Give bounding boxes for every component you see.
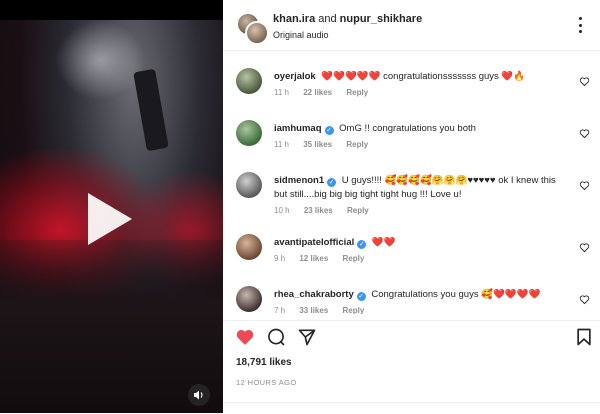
reply-button[interactable]: Reply <box>343 254 365 263</box>
comment-time: 7 h <box>274 306 286 314</box>
more-icon[interactable] <box>573 17 587 33</box>
video-top-bar <box>0 0 223 20</box>
audio-label[interactable]: Original audio <box>273 30 329 40</box>
comment-text: ❤️❤️❤️❤️❤️ congratulationsssssss guys ❤️… <box>321 71 526 82</box>
heart-outline-icon[interactable] <box>579 180 590 191</box>
comment-icon[interactable] <box>266 327 286 347</box>
comment-username[interactable]: rhea_chakraborty <box>274 289 354 300</box>
reply-button[interactable]: Reply <box>347 206 369 215</box>
author-link[interactable]: nupur_shikhare <box>340 13 423 25</box>
avatar[interactable] <box>236 12 269 45</box>
bookmark-icon[interactable] <box>574 327 594 347</box>
comment-text: ❤️❤️ <box>371 237 396 248</box>
post-authors: khan.ira and nupur_shikhare <box>273 13 422 25</box>
comment-body: avantipateIofficial ✓ ❤️❤️ 9 h 12 likes R… <box>274 236 569 266</box>
author-connector: and <box>318 13 337 25</box>
comment-body: oyerjalok ❤️❤️❤️❤️❤️ congratulationsssss… <box>274 70 569 100</box>
heart-outline-icon[interactable] <box>579 76 590 87</box>
verified-badge-icon: ✓ <box>327 178 337 187</box>
verified-badge-icon: ✓ <box>324 126 334 135</box>
avatar[interactable] <box>236 172 262 198</box>
speaker-icon[interactable] <box>188 384 210 406</box>
reply-button[interactable]: Reply <box>346 88 368 97</box>
comment-meta: 9 h 12 likes Reply <box>274 252 569 266</box>
avatar[interactable] <box>236 234 262 260</box>
heart-outline-icon[interactable] <box>579 294 590 305</box>
comment-meta: 7 h 33 likes Reply <box>274 304 569 314</box>
video-banner <box>133 68 169 152</box>
comment-likes[interactable]: 35 likes <box>303 140 332 149</box>
comment-body: iamhumaq ✓ OmG !! congratulations you bot… <box>274 122 569 152</box>
verified-badge-icon: ✓ <box>356 292 366 301</box>
avatar[interactable] <box>236 120 262 146</box>
comment-body: sidmenon1 ✓ U guys!!!! 🥰🥰🥰🥰🤗🤗🤗♥♥♥♥♥ ok I … <box>274 174 569 218</box>
comment-likes[interactable]: 23 likes <box>304 206 333 215</box>
comment-time: 10 h <box>274 206 290 215</box>
likes-count[interactable]: 18,791 likes <box>236 357 292 368</box>
comment-body: rhea_chakraborty ✓ Congratulations you gu… <box>274 288 569 314</box>
video-stage-light <box>55 20 145 100</box>
reply-button[interactable]: Reply <box>346 140 368 149</box>
post-timestamp: 12 HOURS AGO <box>236 378 297 387</box>
avatar-secondary <box>245 21 269 45</box>
comment-meta: 11 h 22 likes Reply <box>274 86 569 100</box>
post-header: khan.ira and nupur_shikhare Original aud… <box>223 0 600 51</box>
comment-likes[interactable]: 12 likes <box>299 254 328 263</box>
comment-likes[interactable]: 33 likes <box>299 306 328 314</box>
share-icon[interactable] <box>297 327 317 347</box>
comment-text: Congratulations you guys 🥰❤️❤️❤️❤️ <box>371 289 541 300</box>
comment-username[interactable]: oyerjalok <box>274 71 316 82</box>
video-player[interactable] <box>0 0 223 413</box>
comment-time: 11 h <box>274 88 289 97</box>
heart-filled-icon[interactable] <box>235 327 255 347</box>
comment-meta: 10 h 23 likes Reply <box>274 204 569 218</box>
comment-text: OmG !! congratulations you both <box>339 123 476 134</box>
post-actions: 18,791 likes 12 HOURS AGO <box>223 320 600 414</box>
heart-outline-icon[interactable] <box>579 128 590 139</box>
comments-list: oyerjalok ❤️❤️❤️❤️❤️ congratulationsssss… <box>223 58 600 314</box>
comment-username[interactable]: sidmenon1 <box>274 175 324 186</box>
author-link[interactable]: khan.ira <box>273 13 315 25</box>
play-icon[interactable] <box>88 193 132 245</box>
comment-username[interactable]: avantipateIofficial <box>274 237 354 248</box>
comment-meta: 11 h 35 likes Reply <box>274 138 569 152</box>
comment-time: 9 h <box>274 254 286 263</box>
verified-badge-icon: ✓ <box>357 240 367 249</box>
heart-outline-icon[interactable] <box>579 242 590 253</box>
avatar[interactable] <box>236 286 262 312</box>
comment-username[interactable]: iamhumaq <box>274 123 322 134</box>
post-panel: khan.ira and nupur_shikhare Original aud… <box>223 0 600 413</box>
reply-button[interactable]: Reply <box>343 306 365 314</box>
comment-likes[interactable]: 22 likes <box>303 88 332 97</box>
divider <box>223 402 600 403</box>
avatar[interactable] <box>236 68 262 94</box>
comment-time: 11 h <box>274 140 289 149</box>
